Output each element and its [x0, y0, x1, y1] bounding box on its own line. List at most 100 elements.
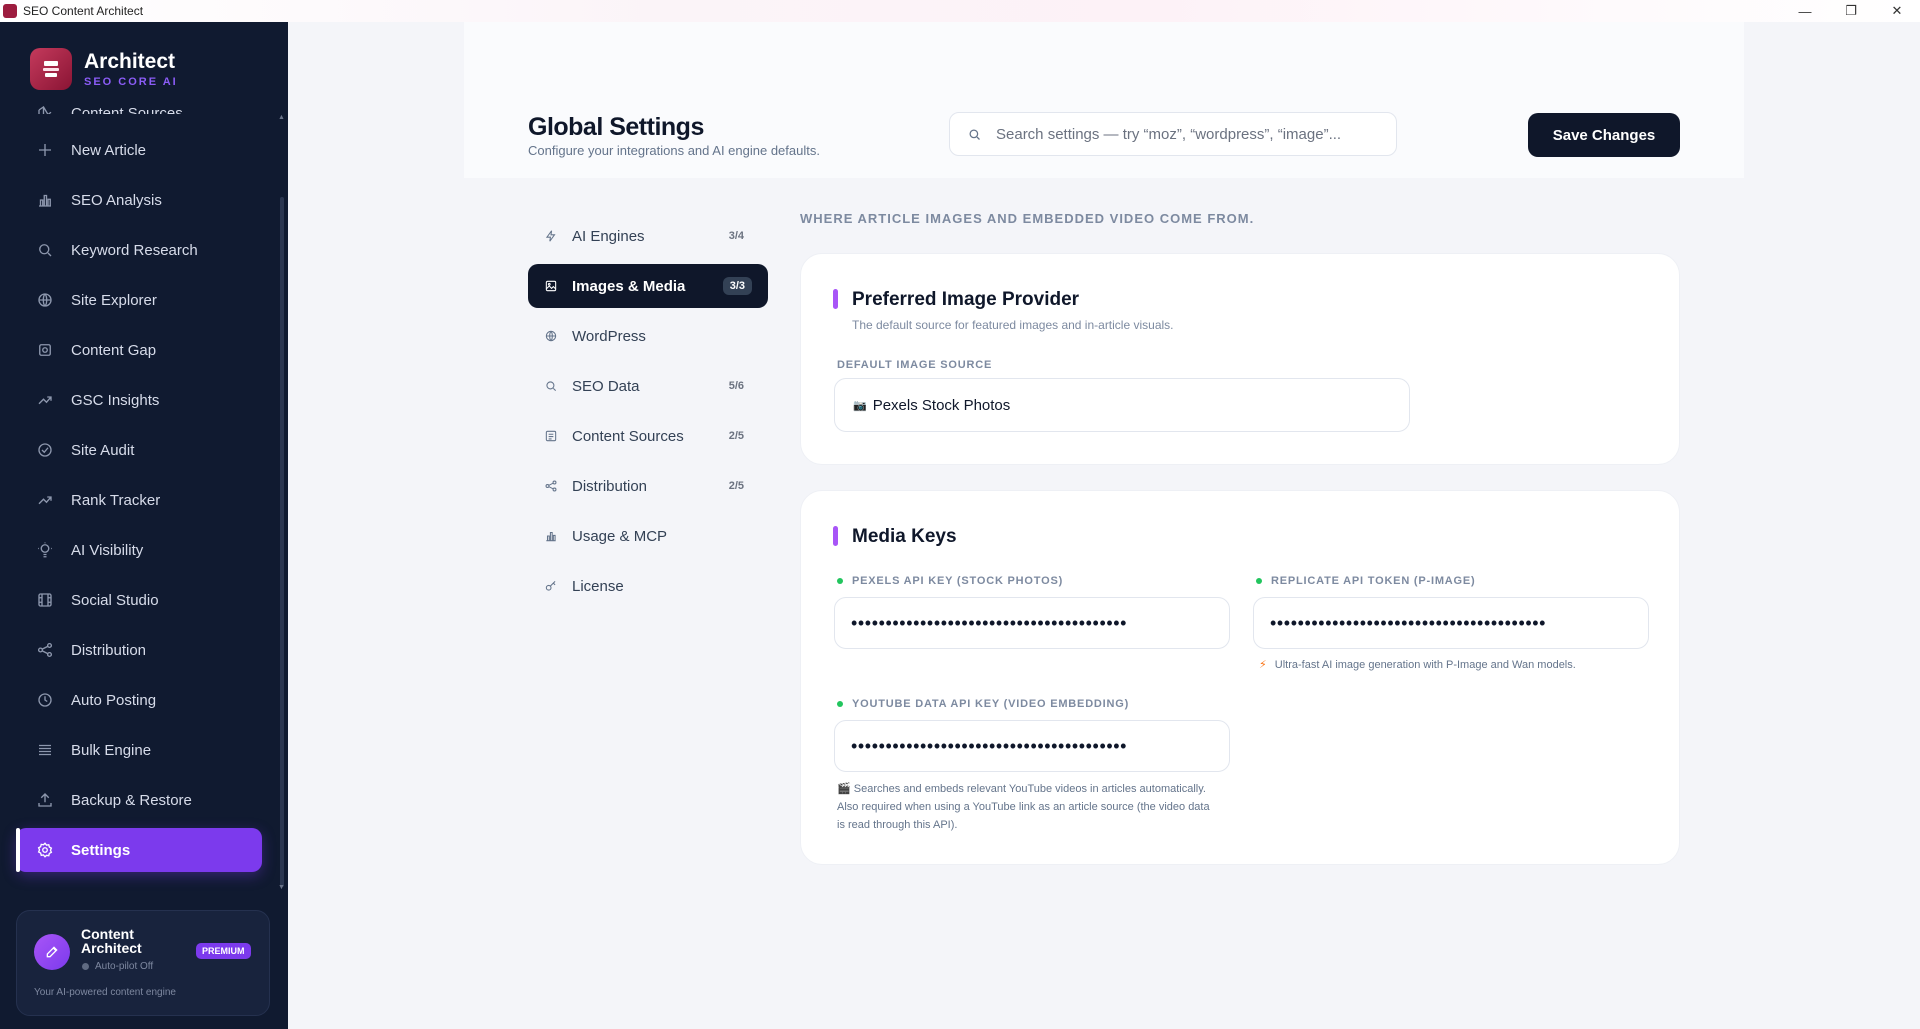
active-indicator	[16, 828, 20, 872]
status-text: Auto-pilot Off	[95, 961, 154, 972]
status-dot	[82, 963, 89, 970]
sidebar-item-content-sources[interactable]: Content Sources	[16, 94, 262, 114]
sidebar-item-gsc-insights[interactable]: GSC Insights	[16, 378, 262, 422]
film-icon	[38, 593, 52, 607]
tab-count: 2/5	[728, 480, 744, 492]
brand[interactable]: Architect SEO CORE AI	[30, 48, 178, 90]
search-icon	[969, 129, 980, 140]
content-sources-icon	[38, 106, 52, 114]
search-input[interactable]	[996, 125, 1376, 143]
tab-label: License	[572, 577, 624, 595]
page-title: Global Settings	[528, 113, 704, 141]
tab-distribution[interactable]: Distribution 2/5	[528, 464, 768, 508]
youtube-key-input[interactable]: ••••••••••••••••••••••••••••••••••••••••	[834, 720, 1230, 772]
tab-usage-mcp[interactable]: Usage & MCP	[528, 514, 768, 558]
selected-value: Pexels Stock Photos	[872, 396, 1011, 414]
replicate-hint: ⚡ Ultra-fast AI image generation with P-…	[1259, 659, 1576, 671]
replicate-token-input[interactable]: ••••••••••••••••••••••••••••••••••••••••	[1253, 597, 1649, 649]
sidebar-item-label: GSC Insights	[71, 391, 160, 409]
scroll-up-arrow[interactable]: ▲	[278, 114, 285, 121]
brand-name: Architect	[84, 49, 176, 73]
sidebar-item-keyword-research[interactable]: Keyword Research	[16, 228, 262, 272]
save-changes-button[interactable]: Save Changes	[1528, 113, 1680, 157]
replicate-token-label: REPLICATE API TOKEN (P-IMAGE)	[1256, 575, 1476, 587]
bolt-icon: ⚡	[1259, 659, 1267, 671]
card-title: Preferred Image Provider	[852, 289, 1080, 310]
sidebar-item-settings[interactable]: Settings	[16, 828, 262, 872]
card-accent	[833, 526, 838, 546]
sidebar-item-label: Social Studio	[71, 591, 159, 609]
clapper-icon: 🎬	[837, 783, 851, 795]
pexels-key-input[interactable]: ••••••••••••••••••••••••••••••••••••••••	[834, 597, 1230, 649]
tab-label: Distribution	[572, 477, 648, 495]
card-title: Media Keys	[852, 526, 957, 547]
share-icon	[545, 480, 557, 492]
gear-icon	[39, 344, 51, 356]
sidebar-item-new-article[interactable]: New Article	[16, 128, 262, 172]
status-dot	[1256, 578, 1262, 584]
sidebar-item-label: Backup & Restore	[71, 791, 192, 809]
status-dot	[837, 701, 843, 707]
tab-wordpress[interactable]: WordPress	[528, 314, 768, 358]
search-icon	[39, 244, 52, 257]
sidebar-item-label: Keyword Research	[71, 241, 198, 259]
pexels-key-label: PEXELS API KEY (STOCK PHOTOS)	[837, 575, 1063, 587]
scroll-down-arrow[interactable]: ▼	[278, 884, 285, 891]
key-icon	[545, 580, 556, 591]
preferred-image-provider-card: Preferred Image Provider The default sou…	[800, 253, 1680, 465]
youtube-key-label: YOUTUBE DATA API KEY (VIDEO EMBEDDING)	[837, 698, 1129, 710]
sidebar-item-label: Settings	[71, 841, 131, 859]
tab-label: SEO Data	[572, 377, 640, 395]
tab-label: AI Engines	[572, 227, 645, 245]
status-dot	[837, 578, 843, 584]
promo-title: Content Architect	[81, 926, 142, 956]
sidebar-item-label: Distribution	[71, 641, 147, 659]
tab-ai-engines[interactable]: AI Engines 3/4	[528, 214, 768, 258]
tab-count: 3/4	[728, 230, 744, 242]
default-image-source-select[interactable]: 📷 Pexels Stock Photos	[834, 378, 1410, 432]
tab-count: 3/3	[722, 277, 752, 295]
promo-footer: Your AI-powered content engine	[34, 987, 176, 998]
sidebar-item-label: Auto Posting	[71, 691, 157, 709]
clock-icon	[38, 693, 52, 707]
list-icon	[39, 744, 51, 756]
tab-seo-data[interactable]: SEO Data 5/6	[528, 364, 768, 408]
card-accent	[833, 289, 838, 309]
window-controls: — ❐ ✕	[1782, 0, 1920, 22]
sidebar-item-backup-restore[interactable]: Backup & Restore	[16, 778, 262, 822]
sidebar-item-auto-posting[interactable]: Auto Posting	[16, 678, 262, 722]
content-sources-icon	[545, 430, 557, 442]
sidebar-item-label: Bulk Engine	[71, 741, 152, 759]
trend-up-icon	[38, 496, 52, 505]
tab-license[interactable]: License	[528, 564, 768, 608]
sidebar-item-content-gap[interactable]: Content Gap	[16, 328, 262, 372]
sidebar-scrollbar[interactable]	[280, 197, 284, 887]
sidebar-item-site-explorer[interactable]: Site Explorer	[16, 278, 262, 322]
minimize-button[interactable]: —	[1782, 0, 1828, 22]
tab-content-sources[interactable]: Content Sources 2/5	[528, 414, 768, 458]
sidebar-item-bulk-engine[interactable]: Bulk Engine	[16, 728, 262, 772]
sidebar-item-ai-visibility[interactable]: AI Visibility	[16, 528, 262, 572]
search-icon	[546, 381, 557, 392]
restore-button[interactable]: ❐	[1828, 0, 1874, 22]
sidebar-item-distribution[interactable]: Distribution	[16, 628, 262, 672]
close-button[interactable]: ✕	[1874, 0, 1920, 22]
brand-logo-icon	[30, 48, 72, 90]
lightbulb-icon	[38, 542, 52, 558]
sidebar-item-rank-tracker[interactable]: Rank Tracker	[16, 478, 262, 522]
edit-icon	[34, 934, 70, 970]
sidebar-item-seo-analysis[interactable]: SEO Analysis	[16, 178, 262, 222]
sidebar-item-label: AI Visibility	[71, 541, 144, 559]
sidebar-item-label: Content Sources	[71, 105, 183, 114]
upload-icon	[38, 793, 52, 807]
globe-icon	[545, 330, 557, 342]
bar-chart-icon	[546, 531, 556, 542]
sidebar-item-site-audit[interactable]: Site Audit	[16, 428, 262, 472]
tab-label: WordPress	[572, 327, 646, 345]
settings-search[interactable]	[949, 112, 1397, 156]
promo-card: Content Architect PREMIUM Auto-pilot Off…	[16, 910, 270, 1016]
tab-images-media[interactable]: Images & Media 3/3	[528, 264, 768, 308]
trend-up-icon	[38, 396, 52, 405]
sidebar-item-social-studio[interactable]: Social Studio	[16, 578, 262, 622]
default-image-source-label: DEFAULT IMAGE SOURCE	[837, 359, 993, 371]
